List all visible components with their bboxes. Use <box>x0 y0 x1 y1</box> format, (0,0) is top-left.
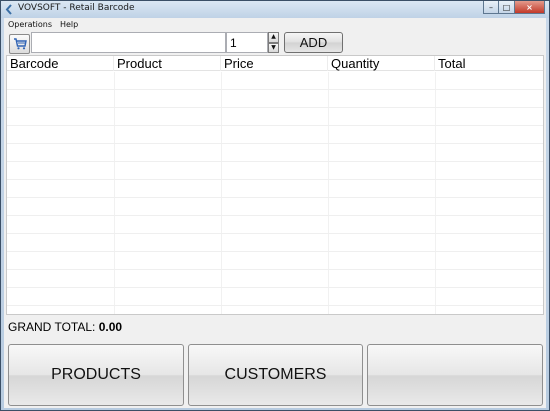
column-header-quantity[interactable]: Quantity <box>328 56 435 71</box>
barcode-input[interactable] <box>31 32 226 53</box>
cart-table[interactable]: Barcode Product Price Quantity Total <box>6 55 544 315</box>
row-divider <box>7 233 543 234</box>
menu-bar: Operations Help <box>4 18 546 31</box>
column-header-total[interactable]: Total <box>435 56 543 71</box>
products-button[interactable]: PRODUCTS <box>8 344 184 406</box>
row-divider <box>7 287 543 288</box>
window-title: VOVSOFT - Retail Barcode <box>18 3 135 13</box>
row-divider <box>7 107 543 108</box>
menu-help[interactable]: Help <box>56 20 82 29</box>
row-divider <box>7 143 543 144</box>
close-button[interactable]: × <box>515 1 545 14</box>
column-header-barcode[interactable]: Barcode <box>7 56 114 71</box>
add-button[interactable]: ADD <box>284 32 343 53</box>
blank-action-button[interactable] <box>367 344 543 406</box>
quantity-input[interactable] <box>226 32 268 53</box>
row-divider <box>7 179 543 180</box>
grand-total-value: 0.00 <box>98 320 123 334</box>
title-bar[interactable]: VOVSOFT - Retail Barcode – □ × <box>1 1 549 18</box>
app-window: VOVSOFT - Retail Barcode – □ × Operation… <box>0 0 550 411</box>
window-controls: – □ × <box>483 1 545 14</box>
row-divider <box>7 197 543 198</box>
table-header: Barcode Product Price Quantity Total <box>7 56 543 71</box>
row-divider <box>7 251 543 252</box>
minimize-button[interactable]: – <box>483 1 499 14</box>
toolbar: ▲ ▼ ADD <box>4 31 546 57</box>
grand-total-label: GRAND TOTAL: <box>8 320 96 334</box>
row-divider <box>7 305 543 306</box>
cart-button[interactable] <box>9 34 30 54</box>
customers-button[interactable]: CUSTOMERS <box>188 344 363 406</box>
column-header-product[interactable]: Product <box>114 56 221 71</box>
quantity-up-button[interactable]: ▲ <box>268 32 279 43</box>
row-divider <box>7 125 543 126</box>
app-icon <box>5 4 12 15</box>
table-body <box>7 72 543 314</box>
column-divider <box>221 72 222 314</box>
quantity-down-button[interactable]: ▼ <box>268 42 279 53</box>
quantity-stepper: ▲ ▼ <box>268 32 279 53</box>
grand-total: GRAND TOTAL: 0.00 <box>8 320 122 334</box>
row-divider <box>7 269 543 270</box>
column-header-price[interactable]: Price <box>221 56 328 71</box>
row-divider <box>7 89 543 90</box>
client-area: Operations Help ▲ ▼ ADD Barcode <box>4 18 546 408</box>
column-divider <box>328 72 329 314</box>
maximize-button[interactable]: □ <box>499 1 515 14</box>
row-divider <box>7 215 543 216</box>
column-divider <box>114 72 115 314</box>
column-divider <box>435 72 436 314</box>
menu-operations[interactable]: Operations <box>4 20 56 29</box>
row-divider <box>7 161 543 162</box>
shopping-cart-icon <box>13 38 27 50</box>
